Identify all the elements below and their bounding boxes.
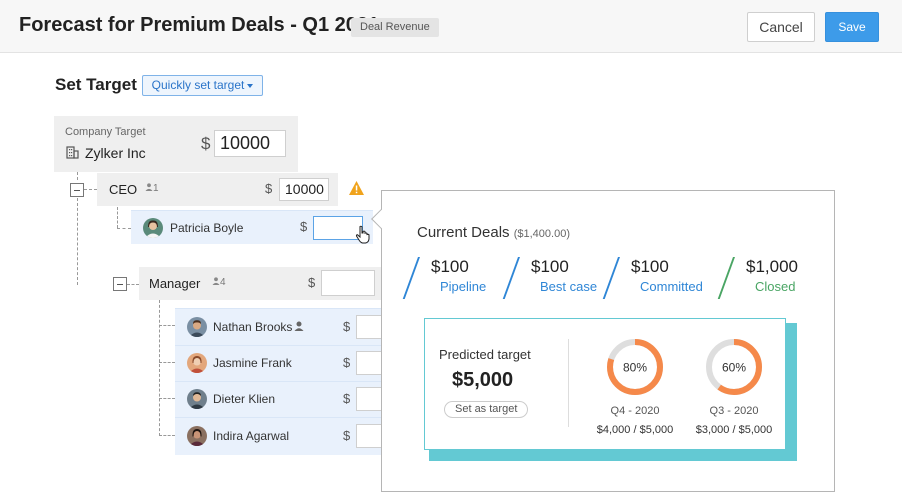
stat-label: Closed bbox=[755, 279, 796, 294]
member-count-value: 4 bbox=[220, 277, 226, 288]
member-name: Nathan Brooks bbox=[213, 320, 293, 334]
person-icon bbox=[294, 321, 304, 331]
stat-marker bbox=[402, 257, 420, 299]
q3-donut-chart: 60% bbox=[706, 339, 762, 395]
member-count: 1 bbox=[145, 183, 159, 194]
member-row: Indira Agarwal $ bbox=[175, 417, 406, 455]
header-bar: Forecast for Premium Deals - Q1 2021 Dea… bbox=[0, 0, 902, 53]
q4-donut-chart: 80% bbox=[607, 339, 663, 395]
predicted-target-label: Predicted target bbox=[439, 347, 531, 362]
tree-connector bbox=[159, 435, 175, 436]
tree-connector bbox=[117, 228, 131, 229]
donut-percent: 60% bbox=[722, 361, 746, 375]
current-deals-heading: Current Deals bbox=[417, 224, 510, 241]
stat-marker bbox=[602, 257, 620, 299]
collapse-manager-toggle[interactable] bbox=[113, 277, 127, 291]
avatar bbox=[143, 218, 163, 238]
currency-symbol: $ bbox=[343, 355, 351, 370]
member-row: Dieter Klien $ bbox=[175, 381, 406, 417]
member-name: Indira Agarwal bbox=[213, 429, 290, 443]
stat-value: $100 bbox=[531, 257, 569, 276]
company-target-label: Company Target bbox=[65, 126, 146, 138]
current-deals-title: Current Deals ($1,400.00) bbox=[417, 224, 570, 241]
forecast-type-badge: Deal Revenue bbox=[351, 18, 439, 37]
tree-connector bbox=[117, 207, 118, 228]
person-icon bbox=[145, 183, 153, 191]
save-button[interactable]: Save bbox=[825, 12, 879, 42]
role-label: Manager bbox=[149, 276, 201, 291]
tree-connector bbox=[159, 362, 175, 363]
warning-icon[interactable] bbox=[348, 180, 365, 196]
predicted-target-value: $5,000 bbox=[452, 369, 514, 391]
member-row: Jasmine Frank $ bbox=[175, 345, 406, 381]
currency-symbol: $ bbox=[300, 219, 308, 234]
collapse-ceo-toggle[interactable] bbox=[70, 183, 84, 197]
member-name: Jasmine Frank bbox=[213, 356, 292, 370]
currency-symbol: $ bbox=[343, 319, 351, 334]
donut-percent: 80% bbox=[623, 361, 647, 375]
set-as-target-button[interactable]: Set as target bbox=[444, 401, 529, 418]
member-name: Patricia Boyle bbox=[170, 221, 244, 235]
stat-value: $100 bbox=[631, 257, 669, 276]
hand-cursor-icon bbox=[355, 225, 370, 244]
stat-value: $1,000 bbox=[746, 257, 798, 276]
tree-connector bbox=[159, 300, 160, 436]
role-row-manager: Manager 4 $ bbox=[139, 267, 381, 300]
ceo-target-input[interactable]: 10000 bbox=[279, 178, 329, 201]
member-count: 4 bbox=[212, 277, 226, 288]
tree-connector bbox=[159, 398, 175, 399]
quarter-label: Q4 - 2020 bbox=[610, 405, 660, 417]
avatar bbox=[187, 353, 207, 373]
current-deals-total: ($1,400.00) bbox=[513, 228, 570, 240]
avatar bbox=[187, 317, 207, 337]
tree-connector bbox=[84, 189, 97, 190]
currency-symbol: $ bbox=[201, 134, 211, 153]
building-icon bbox=[66, 146, 79, 159]
role-label: CEO bbox=[109, 182, 138, 197]
avatar bbox=[187, 389, 207, 409]
manager-target-input[interactable] bbox=[321, 270, 375, 296]
role-row-ceo: CEO 1 $ 10000 bbox=[97, 173, 338, 206]
company-name: Zylker Inc bbox=[85, 145, 146, 161]
stat-label: Committed bbox=[640, 279, 703, 294]
tree-connector bbox=[77, 198, 78, 285]
quarter-label: Q3 - 2020 bbox=[709, 405, 759, 417]
tree-connector bbox=[127, 284, 139, 285]
divider bbox=[568, 339, 569, 427]
quick-set-target-dropdown[interactable]: Quickly set target bbox=[142, 75, 263, 96]
member-row: Nathan Brooks $ bbox=[175, 308, 406, 345]
predicted-target-card: Predicted target $5,000 Set as target 80… bbox=[424, 318, 786, 450]
tree-connector bbox=[159, 325, 175, 326]
quick-set-target-label: Quickly set target bbox=[151, 78, 245, 92]
currency-symbol: $ bbox=[343, 391, 351, 406]
avatar bbox=[187, 426, 207, 446]
quarter-fraction: $3,000 / $5,000 bbox=[695, 424, 773, 436]
currency-symbol: $ bbox=[308, 275, 316, 290]
tree-connector bbox=[77, 172, 78, 180]
company-target-box: Company Target Zylker Inc $ 10000 bbox=[54, 116, 298, 172]
stat-value: $100 bbox=[431, 257, 469, 276]
person-icon bbox=[212, 277, 220, 285]
member-count-value: 1 bbox=[153, 183, 159, 194]
currency-symbol: $ bbox=[265, 181, 273, 196]
quarter-fraction: $4,000 / $5,000 bbox=[596, 424, 674, 436]
stat-label: Best case bbox=[540, 279, 598, 294]
stat-marker bbox=[717, 257, 735, 299]
member-row: Patricia Boyle $ bbox=[131, 210, 373, 244]
page-title: Forecast for Premium Deals - Q1 2021 bbox=[19, 14, 380, 36]
currency-symbol: $ bbox=[343, 428, 351, 443]
cancel-button[interactable]: Cancel bbox=[747, 12, 815, 42]
caret-down-icon bbox=[247, 83, 254, 88]
company-target-input[interactable]: 10000 bbox=[214, 130, 286, 157]
stat-marker bbox=[502, 257, 520, 299]
stat-label: Pipeline bbox=[440, 279, 487, 294]
member-name: Dieter Klien bbox=[213, 392, 276, 406]
set-target-heading: Set Target bbox=[55, 75, 137, 94]
current-deals-popover: Current Deals ($1,400.00) $100 Pipeline … bbox=[381, 190, 835, 492]
